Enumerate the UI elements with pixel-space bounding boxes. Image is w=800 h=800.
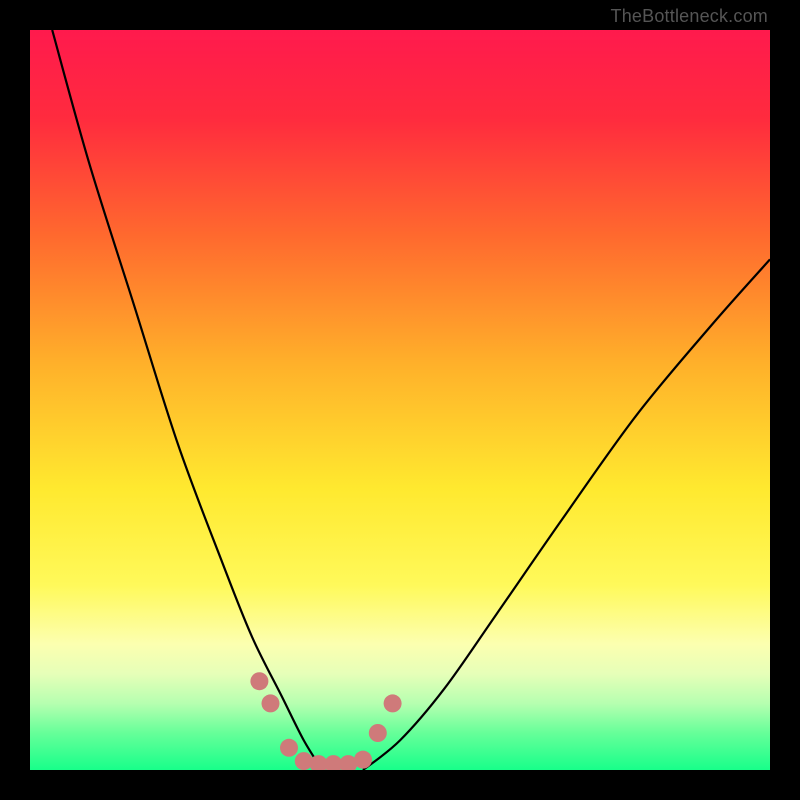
chart-plot-area — [30, 30, 770, 770]
trough-marker-dot — [250, 672, 268, 690]
trough-marker-dot — [262, 694, 280, 712]
trough-marker-dot — [295, 752, 313, 770]
chart-background — [30, 30, 770, 770]
trough-marker-dot — [384, 694, 402, 712]
watermark-text: TheBottleneck.com — [611, 6, 768, 27]
trough-marker-dot — [354, 751, 372, 769]
chart-svg — [30, 30, 770, 770]
trough-marker-dot — [280, 739, 298, 757]
trough-marker-dot — [369, 724, 387, 742]
